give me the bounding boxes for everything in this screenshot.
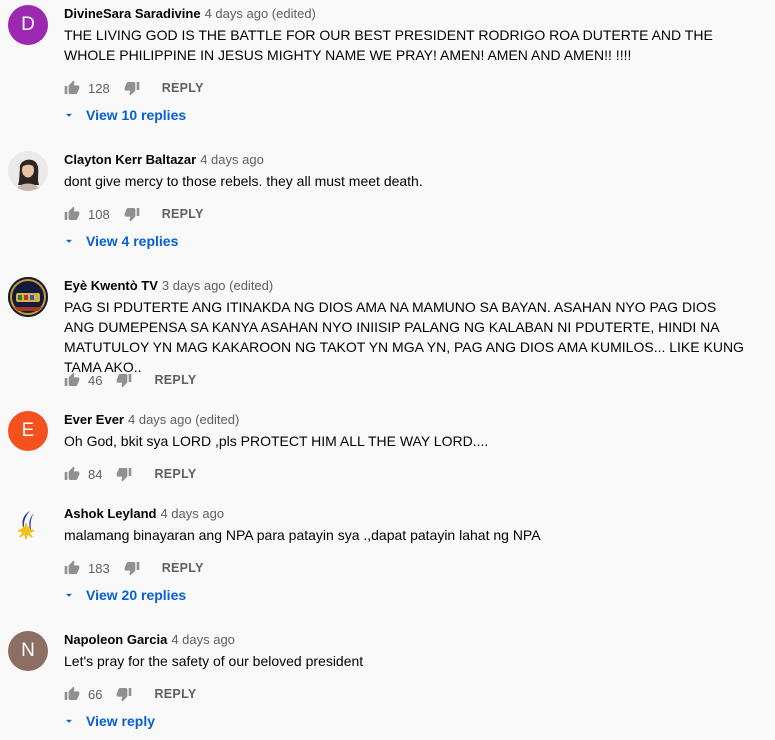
comment-header: Clayton Kerr Baltazar 4 days ago: [64, 151, 264, 169]
like-button[interactable]: 128: [64, 80, 124, 96]
like-count: 128: [88, 80, 110, 96]
like-button[interactable]: 46: [64, 372, 116, 388]
comment-header: Ashok Leyland 4 days ago: [64, 505, 224, 523]
caret-down-icon: [66, 239, 72, 243]
view-replies-label: View 10 replies: [86, 107, 187, 123]
avatar[interactable]: N: [8, 631, 48, 671]
like-count: 84: [88, 466, 103, 482]
dislike-button[interactable]: [116, 466, 132, 482]
thumbs-down-icon: [124, 208, 140, 222]
thumbs-up-icon: [64, 206, 80, 220]
caret-down-icon: [66, 719, 72, 723]
dislike-button[interactable]: [124, 80, 140, 96]
like-count: 46: [88, 372, 103, 388]
view-replies-button[interactable]: View 20 replies: [62, 585, 186, 605]
dislike-button[interactable]: [124, 560, 140, 576]
thumbs-down-icon: [117, 374, 132, 388]
thumbs-up-icon: [64, 466, 80, 480]
thumbs-down-icon: [124, 562, 140, 576]
like-button[interactable]: 108: [64, 206, 124, 222]
comment-header: Eyè Kwentò TV 3 days ago (edited): [64, 277, 273, 295]
sun-logo-icon: [8, 505, 48, 545]
thumbs-up-icon: [64, 80, 80, 94]
comment-text: dont give mercy to those rebels. they al…: [64, 173, 423, 189]
channel-logo-icon: [8, 277, 48, 317]
thumbs-down-icon: [117, 688, 132, 702]
avatar[interactable]: [8, 277, 48, 317]
comment-header: DivineSara Saradivine 4 days ago (edited): [64, 5, 316, 23]
dislike-button[interactable]: [124, 206, 140, 222]
comment-text: PAG SI PDUTERTE ANG ITINAKDA NG DIOS AMA…: [64, 299, 744, 375]
avatar[interactable]: [8, 505, 48, 545]
comment-author[interactable]: Eyè Kwentò TV: [64, 278, 158, 293]
reply-button[interactable]: REPLY: [162, 561, 204, 575]
caret-down-icon: [66, 593, 72, 597]
avatar[interactable]: D: [8, 5, 48, 45]
view-replies-button[interactable]: View 4 replies: [62, 231, 178, 251]
avatar-letter: E: [21, 420, 35, 441]
comment-author[interactable]: Ever Ever: [64, 412, 124, 427]
thumbs-up-icon: [64, 560, 80, 574]
comment-time[interactable]: 4 days ago: [200, 152, 264, 167]
view-replies-label: View 4 replies: [86, 233, 179, 249]
comment-actions: 46 REPLY: [64, 370, 197, 390]
reply-button[interactable]: REPLY: [154, 467, 196, 481]
like-button[interactable]: 66: [64, 686, 116, 702]
comment-actions: 66 REPLY: [64, 684, 197, 704]
comment-author[interactable]: Ashok Leyland: [64, 506, 156, 521]
comment-actions: 183 REPLY: [64, 558, 204, 578]
comment-author[interactable]: Napoleon Garcia: [64, 632, 167, 647]
thumbs-down-icon: [117, 468, 132, 482]
dislike-button[interactable]: [116, 372, 132, 388]
comment-text: malamang binayaran ang NPA para patayin …: [64, 527, 541, 543]
comment-text: Oh God, bkit sya LORD ,pls PROTECT HIM A…: [64, 433, 489, 449]
like-count: 108: [88, 206, 110, 222]
thumbs-down-icon: [124, 82, 140, 96]
comment-text: Let's pray for the safety of our beloved…: [64, 653, 364, 669]
comment-actions: 108 REPLY: [64, 204, 204, 224]
comment-header: Napoleon Garcia 4 days ago: [64, 631, 235, 649]
avatar[interactable]: E: [8, 411, 48, 451]
comment-text: THE LIVING GOD IS THE BATTLE FOR OUR BES…: [64, 27, 713, 63]
view-replies-button[interactable]: View reply: [62, 711, 155, 731]
comment-header: Ever Ever 4 days ago (edited): [64, 411, 239, 429]
reply-button[interactable]: REPLY: [162, 81, 204, 95]
caret-down-icon: [66, 113, 72, 117]
comment-time[interactable]: 3 days ago (edited): [162, 278, 273, 293]
view-replies-label: View reply: [86, 713, 156, 729]
profile-photo-icon: [8, 151, 48, 191]
comment-time[interactable]: 4 days ago (edited): [128, 412, 239, 427]
avatar-letter: D: [21, 14, 35, 35]
avatar-letter: N: [21, 640, 35, 661]
like-count: 183: [88, 560, 110, 576]
dislike-button[interactable]: [116, 686, 132, 702]
comment-actions: 128 REPLY: [64, 78, 204, 98]
comment-time[interactable]: 4 days ago: [171, 632, 235, 647]
comment-time[interactable]: 4 days ago: [160, 506, 224, 521]
reply-button[interactable]: REPLY: [162, 207, 204, 221]
view-replies-label: View 20 replies: [86, 587, 187, 603]
view-replies-button[interactable]: View 10 replies: [62, 105, 186, 125]
reply-button[interactable]: REPLY: [154, 373, 196, 387]
comment-author[interactable]: Clayton Kerr Baltazar: [64, 152, 196, 167]
comment-time[interactable]: 4 days ago (edited): [205, 6, 316, 21]
thumbs-up-icon: [64, 686, 80, 700]
like-button[interactable]: 84: [64, 466, 116, 482]
comment-actions: 84 REPLY: [64, 464, 197, 484]
avatar[interactable]: [8, 151, 48, 191]
reply-button[interactable]: REPLY: [154, 687, 196, 701]
thumbs-up-icon: [64, 372, 80, 386]
comment-author[interactable]: DivineSara Saradivine: [64, 6, 201, 21]
like-count: 66: [88, 686, 103, 702]
like-button[interactable]: 183: [64, 560, 124, 576]
